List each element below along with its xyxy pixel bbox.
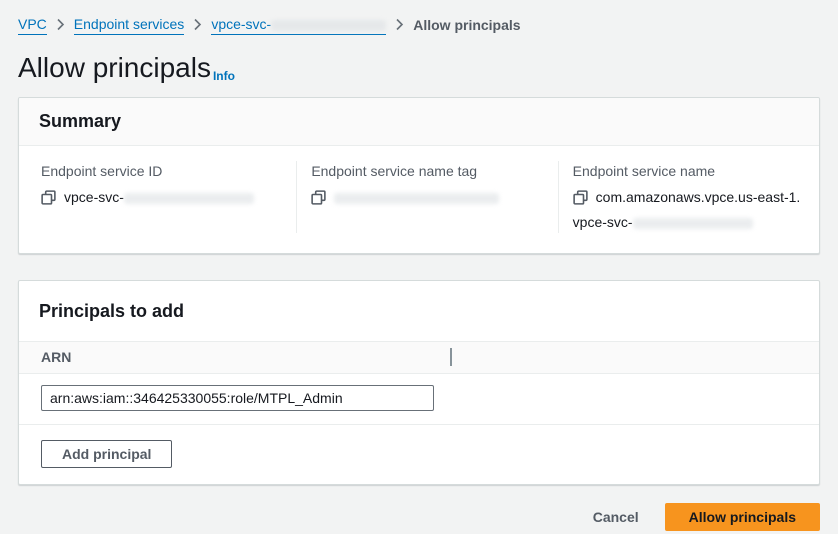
summary-field-endpoint-service-name: Endpoint service name com.amazonaws.vpce… [558,161,819,233]
principals-card-title: Principals to add [19,281,819,341]
breadcrumb-link-endpoint-services[interactable]: Endpoint services [74,14,185,35]
breadcrumb-chevron-icon [56,18,65,31]
redacted-text [271,20,386,31]
principals-to-add-card: Principals to add ARN Add principal [18,280,820,485]
copy-icon[interactable] [311,189,326,211]
principal-row [19,374,819,424]
allow-principals-page: VPC Endpoint services vpce-svc- Allow pr… [0,0,838,531]
page-title: Allow principals [18,52,211,84]
summary-card-title: Summary [19,98,819,146]
summary-field-endpoint-service-name-tag: Endpoint service name tag [296,161,557,233]
field-label: Endpoint service name [573,161,803,181]
service-id-prefix: vpce-svc- [211,16,271,32]
cancel-button[interactable]: Cancel [593,504,639,530]
field-label: Endpoint service name tag [311,161,541,181]
redacted-text [124,193,254,204]
allow-principals-button[interactable]: Allow principals [665,503,820,531]
redacted-text [633,218,753,229]
field-label: Endpoint service ID [41,161,280,181]
info-link[interactable]: Info [213,69,235,83]
breadcrumb-chevron-icon [193,18,202,31]
footer-actions: Cancel Allow principals [18,503,820,531]
add-principal-button[interactable]: Add principal [41,440,172,468]
field-value-prefix: vpce-svc- [64,189,124,205]
breadcrumb-current: Allow principals [413,15,520,35]
table-header-row: ARN [19,341,819,374]
column-resize-handle[interactable] [450,348,452,366]
breadcrumb: VPC Endpoint services vpce-svc- Allow pr… [18,14,820,35]
table-footer: Add principal [19,424,819,484]
arn-column-header: ARN [41,349,71,365]
breadcrumb-link-vpc[interactable]: VPC [18,14,47,35]
summary-card: Summary Endpoint service ID vpce-svc- En… [18,97,820,254]
breadcrumb-link-service-id[interactable]: vpce-svc- [211,14,386,35]
breadcrumb-chevron-icon [395,18,404,31]
summary-field-endpoint-service-id: Endpoint service ID vpce-svc- [19,161,296,233]
field-value: vpce-svc- [41,186,280,211]
copy-icon[interactable] [41,189,56,211]
copy-icon[interactable] [573,189,588,211]
summary-columns: Endpoint service ID vpce-svc- Endpoint s… [19,146,819,253]
field-value: com.amazonaws.vpce.us-east-1.vpce-svc- [573,186,803,233]
redacted-text [334,193,499,204]
field-value [311,186,541,211]
arn-input[interactable] [41,385,434,411]
title-row: Allow principals Info [18,52,820,84]
